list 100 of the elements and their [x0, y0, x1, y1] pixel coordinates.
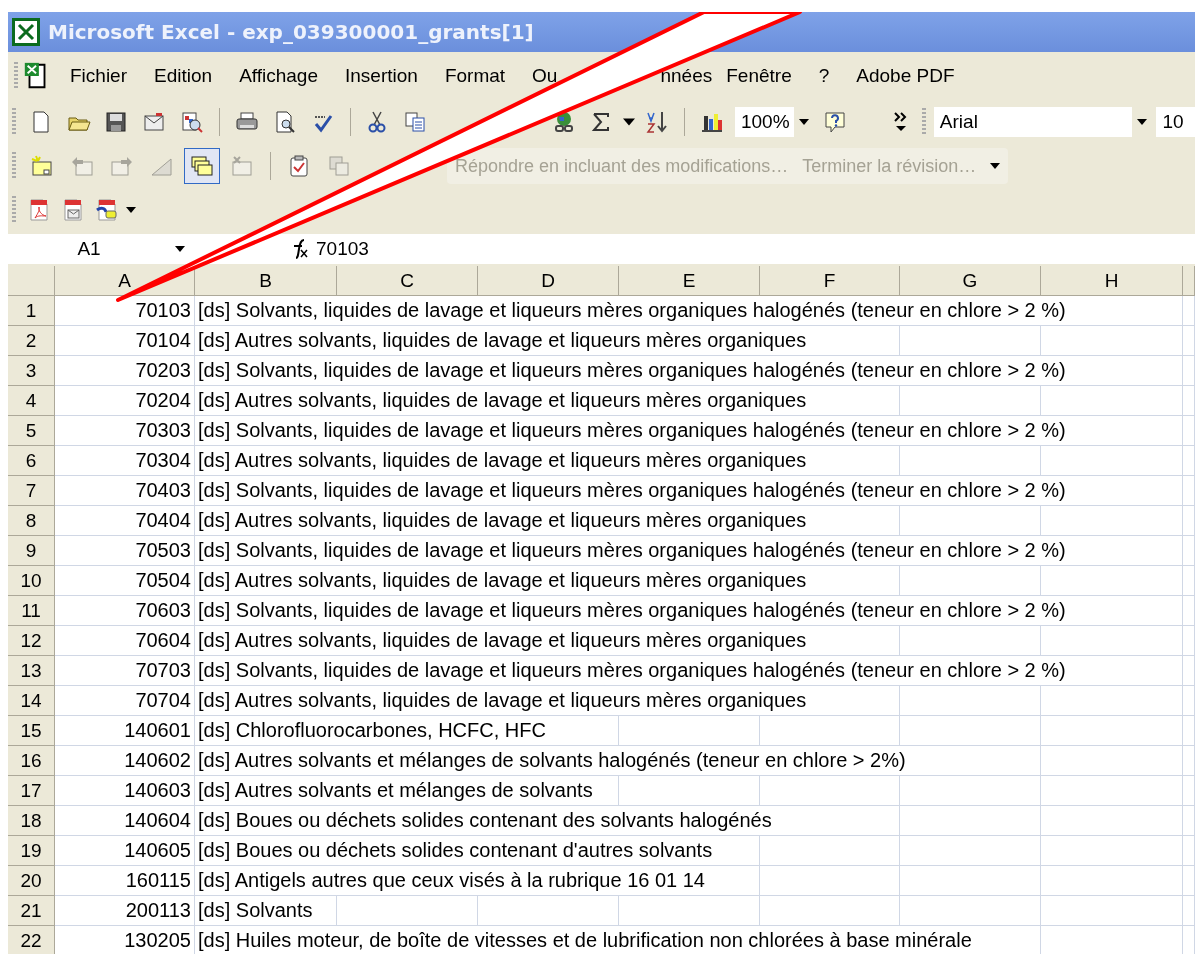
menu-item[interactable]: Format [444, 65, 506, 87]
menu-item[interactable]: Fichier [70, 65, 127, 87]
row-header[interactable]: 10 [8, 566, 55, 596]
menu-item[interactable]: Edition [154, 65, 213, 87]
table-cell: 70304 [55, 446, 195, 476]
row-header[interactable]: 20 [8, 866, 55, 896]
copy-icon[interactable] [403, 110, 428, 134]
menu-item[interactable]: nnées [660, 65, 713, 87]
row-header[interactable]: 22 [8, 926, 55, 954]
table-cell [1183, 776, 1195, 806]
font-dropdown[interactable]: Arial [933, 107, 1153, 137]
row-header[interactable]: 17 [8, 776, 55, 806]
table-cell: [ds] Boues ou déchets solides contenant des solvants halogénés [195, 806, 900, 836]
menu-item[interactable]: Fenêtre [726, 65, 792, 87]
table-cell: [ds] Antigels autres que ceux visés à la rubrique 16 01 14 [195, 866, 760, 896]
show-all-comments-icon[interactable] [184, 148, 220, 184]
save-icon[interactable] [104, 110, 129, 134]
table-cell: 70403 [55, 476, 195, 506]
excel-app-icon [12, 18, 40, 46]
caret-icon[interactable] [1137, 119, 1148, 125]
column-header[interactable]: E [619, 266, 760, 296]
row-header[interactable]: 4 [8, 386, 55, 416]
table-cell [1183, 626, 1195, 656]
table-cell: [ds] Autres solvants, liquides de lavage et liqueurs mères organiques [195, 386, 900, 416]
table-cell: 200113 [55, 896, 195, 926]
table-cell: [ds] Solvants, liquides de lavage et liqueurs mères organiques halogénés (teneur en chlore > 2 %) [195, 596, 1183, 626]
table-cell: 70404 [55, 506, 195, 536]
table-cell: [ds] Solvants, liquides de lavage et liqueurs mères organiques halogénés (teneur en chlore > 2 %) [195, 296, 1183, 326]
table-cell [1183, 896, 1195, 926]
row-header[interactable]: 11 [8, 596, 55, 626]
row-header[interactable]: 14 [8, 686, 55, 716]
table-cell [1183, 356, 1195, 386]
row-header[interactable]: 18 [8, 806, 55, 836]
row-header[interactable]: 16 [8, 746, 55, 776]
table-cell [1183, 506, 1195, 536]
row-header[interactable]: 8 [8, 506, 55, 536]
table-cell: [ds] Autres solvants, liquides de lavage et liqueurs mères organiques [195, 506, 900, 536]
menu-item[interactable]: Affichage [239, 65, 318, 87]
row-header[interactable]: 9 [8, 536, 55, 566]
table-cell: [ds] Solvants, liquides de lavage et liqueurs mères organiques halogénés (teneur en chlore > 2 %) [195, 656, 1183, 686]
caret-icon[interactable] [799, 119, 810, 125]
table-cell: [ds] Autres solvants, liquides de lavage et liqueurs mères organiques [195, 326, 900, 356]
table-cell: [ds] Autres solvants, liquides de lavage et liqueurs mères organiques [195, 566, 900, 596]
row-header[interactable]: 7 [8, 476, 55, 506]
caret-icon[interactable] [126, 207, 136, 213]
menu-item[interactable]: ? [818, 65, 830, 87]
envelope-icon[interactable] [142, 110, 167, 134]
research-icon[interactable] [180, 110, 205, 134]
table-cell: [ds] Huiles moteur, de boîte de vitesses et de lubrification non chlorées à base minérale [195, 926, 1041, 954]
table-cell [1183, 866, 1195, 896]
table-cell [1183, 296, 1195, 326]
table-cell: [ds] Autres solvants et mélanges de solvants [195, 776, 619, 806]
table-cell: 130205 [55, 926, 195, 954]
column-header[interactable]: D [478, 266, 619, 296]
sort-ascending-icon[interactable] [645, 110, 670, 134]
table-cell: [ds] Solvants, liquides de lavage et liqueurs mères organiques halogénés (teneur en chlore > 2 %) [195, 536, 1183, 566]
row-header[interactable]: 3 [8, 356, 55, 386]
table-cell: [ds] Autres solvants, liquides de lavage et liqueurs mères organiques [195, 686, 900, 716]
column-header[interactable]: H [1041, 266, 1183, 296]
table-cell: 70503 [55, 536, 195, 566]
table-cell [1183, 386, 1195, 416]
table-cell [1183, 536, 1195, 566]
table-cell [1183, 326, 1195, 356]
row-header[interactable]: 19 [8, 836, 55, 866]
row-header[interactable]: 2 [8, 326, 55, 356]
table-cell [1183, 476, 1195, 506]
table-cell [1183, 806, 1195, 836]
formula-field[interactable]: 70103 [310, 238, 1195, 260]
row-header[interactable]: 12 [8, 626, 55, 656]
column-header[interactable]: F [760, 266, 900, 296]
table-cell [1183, 566, 1195, 596]
zoom-dropdown[interactable]: 100% [734, 107, 815, 137]
name-box[interactable]: A1 [8, 238, 170, 260]
row-header[interactable]: 21 [8, 896, 55, 926]
row-header[interactable]: 5 [8, 416, 55, 446]
font-size-dropdown[interactable]: 10 [1156, 107, 1195, 137]
table-cell [1183, 596, 1195, 626]
table-cell [1183, 716, 1195, 746]
menu-item[interactable]: Ou [532, 65, 558, 87]
table-cell: 70704 [55, 686, 195, 716]
row-header[interactable]: 15 [8, 716, 55, 746]
table-cell: [ds] Autres solvants et mélanges de solvants halogénés (teneur en chlore > 2%) [195, 746, 1041, 776]
table-cell: [ds] Solvants, liquides de lavage et liqueurs mères organiques halogénés (teneur en chlore > 2 %) [195, 476, 1183, 506]
column-header[interactable]: G [900, 266, 1041, 296]
column-header[interactable]: B [195, 266, 337, 296]
table-cell: [ds] Boues ou déchets solides contenant d'autres solvants [195, 836, 760, 866]
row-header[interactable]: 1 [8, 296, 55, 326]
table-cell: 70203 [55, 356, 195, 386]
menu-item[interactable]: Insertion [345, 65, 418, 87]
table-cell [1183, 686, 1195, 716]
row-header[interactable]: 13 [8, 656, 55, 686]
table-cell: 70303 [55, 416, 195, 446]
column-header[interactable]: C [337, 266, 478, 296]
menu-item[interactable]: Adobe PDF [856, 65, 955, 87]
table-cell: [ds] Solvants, liquides de lavage et liqueurs mères organiques halogénés (teneur en chlore > 2 %) [195, 356, 1183, 386]
caret-icon[interactable] [990, 163, 1001, 169]
table-cell: 140605 [55, 836, 195, 866]
help-icon[interactable] [823, 110, 848, 134]
row-header[interactable]: 6 [8, 446, 55, 476]
table-cell: 70603 [55, 596, 195, 626]
